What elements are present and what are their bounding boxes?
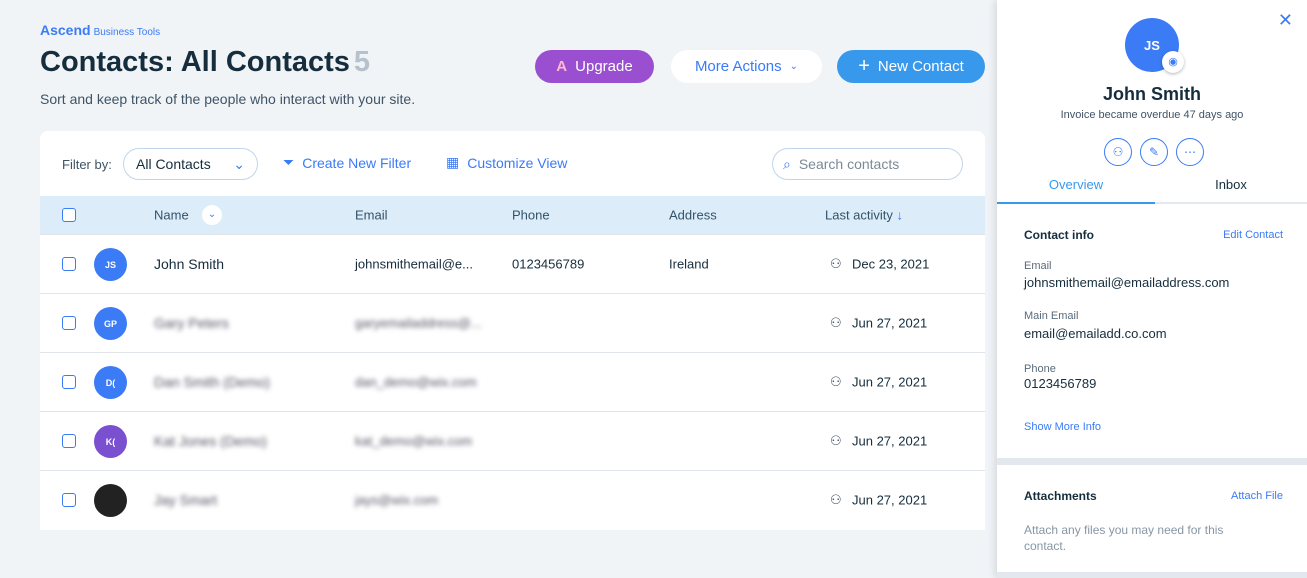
contact-name[interactable]: Dan Smith (Demo) xyxy=(154,374,270,390)
email-value: johnsmithemail@emailaddress.com xyxy=(1024,275,1230,290)
contact-email: dan_demo@wix.com xyxy=(355,374,477,390)
user-icon: ⚇ xyxy=(830,315,842,330)
search-input[interactable]: ⌕ Search contacts xyxy=(772,148,963,180)
upgrade-button[interactable]: A Upgrade xyxy=(535,50,654,83)
contact-email: johnsmithemail@e... xyxy=(355,256,473,272)
contact-name: John Smith xyxy=(1103,84,1201,104)
last-activity-date: Jun 27, 2021 xyxy=(852,492,928,508)
row-checkbox[interactable] xyxy=(62,375,76,389)
last-activity-date: Jun 27, 2021 xyxy=(852,315,928,331)
contact-email: kat_demo@wix.com xyxy=(355,433,473,449)
brand-logo: Ascend Business Tools xyxy=(40,22,161,38)
main-email-label: Main Email xyxy=(1024,310,1079,322)
column-address: Address xyxy=(669,207,717,223)
create-filter-link[interactable]: ⏷ Create New Filter xyxy=(283,154,411,171)
row-checkbox[interactable] xyxy=(62,257,76,271)
user-icon[interactable]: ⚇ xyxy=(1104,138,1132,166)
table-row[interactable]: Jay Smart jays@wix.com ⚇ Jun 27, 2021 xyxy=(40,470,985,529)
avatar: K( xyxy=(94,425,127,458)
phone-value: 0123456789 xyxy=(1024,376,1097,391)
contact-name[interactable]: Jay Smart xyxy=(154,492,217,508)
contacts-table: Filter by: All Contacts ⌄ ⏷ Create New Fil… xyxy=(40,131,985,530)
table-icon: ▦ xyxy=(446,154,460,170)
sort-icon[interactable]: ⌄ xyxy=(202,205,222,225)
contact-count: 5 xyxy=(353,46,371,78)
main-email-value: email@emailadd.co.com xyxy=(1024,326,1167,341)
last-activity-date: Jun 27, 2021 xyxy=(852,433,928,449)
search-icon: ⌕ xyxy=(783,155,791,172)
table-row[interactable]: GP Gary Peters garyemailaddress@... ⚇ Ju… xyxy=(40,293,985,352)
avatar xyxy=(94,484,127,517)
contact-address: Ireland xyxy=(669,256,709,272)
phone-label: Phone xyxy=(1024,363,1056,375)
column-last-activity[interactable]: Last activity ↓ xyxy=(825,208,903,223)
table-toolbar: Filter by: All Contacts ⌄ ⏷ Create New Fil… xyxy=(40,131,985,196)
contact-status: Invoice became overdue 47 days ago xyxy=(1060,109,1244,121)
page-subtitle: Sort and keep track of the people who in… xyxy=(40,91,416,107)
contact-name[interactable]: Kat Jones (Demo) xyxy=(154,433,267,449)
avatar: D( xyxy=(94,366,127,399)
show-more-link[interactable]: Show More Info xyxy=(1024,421,1101,433)
row-checkbox[interactable] xyxy=(62,434,76,448)
divider xyxy=(997,458,1307,465)
filter-icon: ⏷ xyxy=(283,154,295,170)
column-phone: Phone xyxy=(512,207,550,223)
customize-view-link[interactable]: ▦ Customize View xyxy=(446,154,567,171)
select-all-checkbox[interactable] xyxy=(62,208,76,222)
user-icon: ⚇ xyxy=(830,433,842,448)
avatar: GP xyxy=(94,307,127,340)
arrow-down-icon: ↓ xyxy=(896,207,904,223)
edit-icon[interactable]: ✎ xyxy=(1140,138,1168,166)
avatar: JS xyxy=(94,248,127,281)
attachments-hint: Attach any files you may need for this c… xyxy=(1024,523,1224,553)
page-title: Contacts: All Contacts 5 xyxy=(40,46,371,78)
close-icon[interactable]: ✕ xyxy=(1278,10,1293,31)
table-header: Name ⌄ Email Phone Address Last activity… xyxy=(40,196,985,234)
contact-phone: 0123456789 xyxy=(512,256,585,272)
filter-label: Filter by: xyxy=(62,157,112,172)
email-label: Email xyxy=(1024,260,1052,272)
table-row[interactable]: JS John Smith johnsmithemail@e... 012345… xyxy=(40,234,985,293)
table-row[interactable]: K( Kat Jones (Demo) kat_demo@wix.com ⚇ J… xyxy=(40,411,985,470)
more-actions-button[interactable]: More Actions ⌄ xyxy=(671,50,822,83)
contact-name[interactable]: John Smith xyxy=(154,256,224,272)
user-icon: ⚇ xyxy=(830,256,842,271)
contact-name[interactable]: Gary Peters xyxy=(154,315,229,331)
row-checkbox[interactable] xyxy=(62,316,76,330)
user-icon: ⚇ xyxy=(830,374,842,389)
filter-dropdown[interactable]: All Contacts ⌄ xyxy=(123,148,258,180)
tab-inbox[interactable]: Inbox xyxy=(1155,177,1307,192)
last-activity-date: Jun 27, 2021 xyxy=(852,374,928,390)
chevron-down-icon: ⌄ xyxy=(233,155,245,172)
column-email: Email xyxy=(355,207,388,223)
upgrade-icon: A xyxy=(556,58,568,75)
tab-overview[interactable]: Overview xyxy=(997,177,1155,192)
contact-email: garyemailaddress@... xyxy=(355,315,482,331)
attach-file-link[interactable]: Attach File xyxy=(1231,490,1283,502)
edit-contact-link[interactable]: Edit Contact xyxy=(1223,229,1283,241)
plus-icon: + xyxy=(858,55,870,77)
row-checkbox[interactable] xyxy=(62,493,76,507)
attachments-title: Attachments xyxy=(1024,489,1097,503)
contact-info-title: Contact info xyxy=(1024,228,1094,242)
new-contact-button[interactable]: + New Contact xyxy=(837,50,985,83)
tab-indicator xyxy=(997,202,1155,204)
camera-icon[interactable]: ◉ xyxy=(1162,51,1184,73)
last-activity-date: Dec 23, 2021 xyxy=(852,256,930,272)
user-icon: ⚇ xyxy=(830,492,842,507)
more-icon[interactable]: ⋯ xyxy=(1176,138,1204,166)
contact-panel: ✕ JS ◉ John Smith Invoice became overdue… xyxy=(997,0,1307,578)
contact-email: jays@wix.com xyxy=(355,492,439,508)
table-row[interactable]: D( Dan Smith (Demo) dan_demo@wix.com ⚇ J… xyxy=(40,352,985,411)
chevron-down-icon: ⌄ xyxy=(789,61,799,72)
column-name[interactable]: Name xyxy=(154,208,189,223)
